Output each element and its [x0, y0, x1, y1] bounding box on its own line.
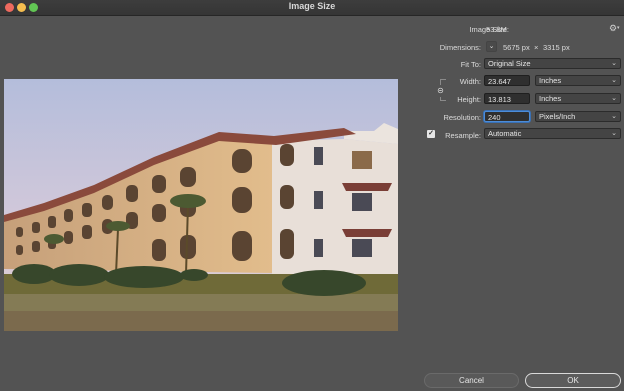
- width-label: Width:: [459, 77, 481, 86]
- gear-chevron-icon[interactable]: ▾: [617, 25, 620, 31]
- resample-label: Resample:: [445, 131, 481, 140]
- gear-icon[interactable]: ⚙: [609, 23, 617, 34]
- ok-button[interactable]: OK: [525, 373, 621, 388]
- height-unit-value: Inches: [539, 94, 562, 103]
- dimensions-label: Dimensions:: [439, 43, 481, 52]
- resample-select[interactable]: Automatic ⌄: [484, 128, 621, 139]
- height-label: Height:: [457, 95, 481, 104]
- chevron-down-icon: ⌄: [611, 77, 617, 84]
- image-size-value: 53.8M: [486, 25, 507, 34]
- width-unit-value: Inches: [539, 76, 562, 85]
- resolution-field[interactable]: 240: [484, 111, 530, 122]
- image-preview[interactable]: [4, 79, 398, 331]
- fit-to-select[interactable]: Original Size ⌄: [484, 58, 621, 69]
- cancel-button[interactable]: Cancel: [424, 373, 519, 388]
- height-field[interactable]: 13.813: [484, 93, 530, 104]
- fit-to-label: Fit To:: [460, 60, 481, 69]
- chevron-down-icon: ⌄: [611, 60, 617, 67]
- dimensions-height-value: 3315 px: [543, 43, 570, 52]
- chevron-down-icon: ⌄: [611, 130, 617, 137]
- resolution-unit-value: Pixels/Inch: [539, 112, 576, 121]
- width-field[interactable]: 23.647: [484, 75, 530, 86]
- resolution-label: Resolution:: [443, 113, 481, 122]
- title-bar: Image Size: [0, 0, 624, 16]
- dimensions-times: ×: [534, 43, 539, 52]
- dimensions-units-button[interactable]: ⌄: [486, 41, 497, 52]
- dimensions-width-value: 5675 px: [503, 43, 530, 52]
- resolution-unit-select[interactable]: Pixels/Inch ⌄: [535, 111, 621, 122]
- window-title: Image Size: [288, 1, 336, 11]
- chevron-down-icon: ⌄: [611, 95, 617, 102]
- resample-value: Automatic: [488, 129, 522, 138]
- height-unit-select[interactable]: Inches ⌄: [535, 93, 621, 104]
- fit-to-value: Original Size: [488, 59, 531, 68]
- width-unit-select[interactable]: Inches ⌄: [535, 75, 621, 86]
- building-photo: [4, 79, 398, 331]
- chevron-down-icon: ⌄: [611, 113, 617, 120]
